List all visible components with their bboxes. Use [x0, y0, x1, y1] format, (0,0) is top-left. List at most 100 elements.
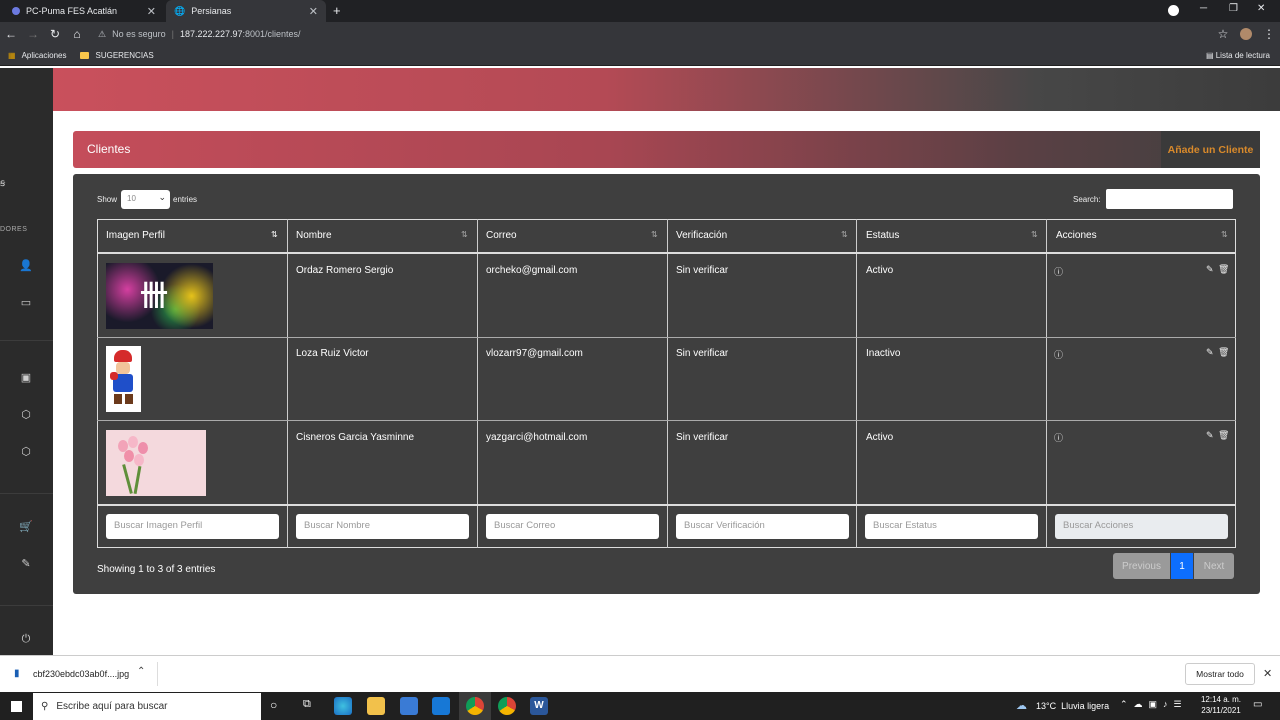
edit-icon[interactable]: ✎: [1206, 264, 1214, 275]
filter-nombre-input[interactable]: Buscar Nombre: [296, 514, 469, 539]
system-tray-icons[interactable]: ⌃☁▣♪☰: [1120, 699, 1188, 710]
info-icon[interactable]: ⓘ: [1054, 431, 1063, 444]
next-button[interactable]: Next: [1194, 553, 1234, 579]
home-icon[interactable]: ⌂: [66, 27, 88, 41]
box-icon[interactable]: ⬡: [17, 443, 35, 461]
reload-icon[interactable]: ↻: [44, 27, 66, 41]
page-1-button[interactable]: 1: [1171, 553, 1193, 579]
filter-acciones-input[interactable]: Buscar Acciones: [1055, 514, 1228, 539]
tab-persianas[interactable]: 🌐 Persianas ✕: [166, 0, 326, 22]
task-view-icon[interactable]: ⧉: [303, 698, 311, 711]
entries-length-select[interactable]: 10 ⌄: [121, 190, 170, 209]
edit-icon[interactable]: ✎: [17, 555, 35, 573]
column-header-correo[interactable]: Correo: [486, 230, 517, 241]
taskbar-search[interactable]: ⚲ Escribe aquí para buscar: [33, 693, 261, 720]
folder-icon: [80, 52, 90, 59]
trash-icon[interactable]: 🗑: [1218, 347, 1229, 358]
box-icon[interactable]: ⬡: [17, 406, 35, 424]
column-header-acciones[interactable]: Acciones: [1056, 230, 1097, 241]
table-info: Showing 1 to 3 of 3 entries: [97, 564, 216, 575]
file-explorer-icon[interactable]: [367, 697, 385, 715]
bookmark-sugerencias[interactable]: SUGERENCIAS: [95, 51, 153, 60]
cart-icon[interactable]: 🛒: [17, 518, 35, 536]
sidebar-partial-glyph: ꞩ: [0, 178, 6, 189]
column-divider: [287, 219, 288, 548]
windows-start-icon[interactable]: [11, 701, 22, 712]
sort-icon[interactable]: ⇅: [271, 230, 278, 239]
add-client-button[interactable]: Añade un Cliente: [1161, 131, 1260, 168]
column-header-verificacion[interactable]: Verificación: [676, 230, 727, 241]
cell-estatus: Activo: [866, 265, 894, 276]
avatar[interactable]: [1240, 28, 1252, 40]
store-icon[interactable]: [400, 697, 418, 715]
bookmark-apps[interactable]: Aplicaciones: [22, 51, 67, 60]
sort-icon[interactable]: ⇅: [461, 230, 468, 239]
minimize-icon[interactable]: ─: [1200, 3, 1207, 14]
edit-icon[interactable]: ✎: [1206, 347, 1214, 358]
trash-icon[interactable]: 🗑: [1218, 430, 1229, 441]
cell-correo: orcheko@gmail.com: [486, 265, 578, 276]
column-header-estatus[interactable]: Estatus: [866, 230, 899, 241]
edge-icon[interactable]: [334, 697, 352, 715]
info-icon[interactable]: ⓘ: [1054, 265, 1063, 278]
chrome-icon[interactable]: [498, 697, 516, 715]
search-input[interactable]: [1106, 189, 1233, 209]
weather-text[interactable]: 13°C Lluvia ligera: [1036, 701, 1109, 711]
edit-icon[interactable]: ✎: [1206, 430, 1214, 441]
show-all-button[interactable]: Mostrar todo: [1185, 663, 1255, 685]
sort-icon[interactable]: ⇅: [1221, 230, 1228, 239]
tab-pc-puma[interactable]: PC-Puma FES Acatlán ✕: [4, 0, 164, 22]
row-separator: [97, 420, 1236, 421]
info-icon[interactable]: ⓘ: [1054, 348, 1063, 361]
filter-correo-input[interactable]: Buscar Correo: [486, 514, 659, 539]
new-tab-icon[interactable]: +: [333, 3, 341, 18]
url-field[interactable]: ⚠ No es seguro | 187.222.227.97:8001/cli…: [98, 25, 1198, 43]
reading-list-label: Lista de lectura: [1215, 51, 1270, 60]
sidebar-divider: [0, 493, 53, 494]
forward-icon[interactable]: →: [22, 27, 44, 41]
menu-dots-icon[interactable]: ⋮: [1258, 27, 1280, 41]
column-divider: [1046, 219, 1047, 548]
mail-icon[interactable]: [432, 697, 450, 715]
apps-grid-icon: ▦: [8, 51, 16, 60]
notification-icon[interactable]: ▭: [1253, 699, 1262, 710]
download-filename[interactable]: cbf230ebdc03ab0f....jpg: [33, 669, 129, 679]
close-tab-icon[interactable]: ✕: [147, 5, 156, 18]
filter-verificacion-input[interactable]: Buscar Verificación: [676, 514, 849, 539]
cell-estatus: Activo: [866, 432, 894, 443]
sort-icon[interactable]: ⇅: [1031, 230, 1038, 239]
filter-imagen-input[interactable]: Buscar Imagen Perfil: [106, 514, 279, 539]
filter-estatus-input[interactable]: Buscar Estatus: [865, 514, 1038, 539]
profile-image: [106, 430, 206, 496]
globe-icon: 🌐: [174, 5, 186, 16]
sort-icon[interactable]: ⇅: [651, 230, 658, 239]
column-header-imagen[interactable]: Imagen Perfil: [106, 230, 165, 241]
window-close-icon[interactable]: ✕: [1257, 3, 1265, 14]
chevron-up-icon[interactable]: ⌃: [137, 666, 145, 677]
restore-icon[interactable]: ❐: [1229, 3, 1238, 14]
user-icon[interactable]: 👤: [17, 257, 35, 275]
bookmark-star-icon[interactable]: ☆: [1212, 27, 1234, 41]
cell-nombre: Loza Ruiz Victor: [296, 348, 369, 359]
cell-nombre: Ordaz Romero Sergio: [296, 265, 394, 276]
sidebar-divider: [0, 605, 53, 606]
id-card-icon[interactable]: ▭: [17, 294, 35, 312]
word-icon[interactable]: W: [530, 697, 548, 715]
trash-icon[interactable]: 🗑: [1218, 264, 1229, 275]
power-icon[interactable]: ⏻: [17, 630, 35, 648]
clock[interactable]: 12:14 a. m. 23/11/2021: [1200, 695, 1242, 715]
cortana-icon[interactable]: ○: [270, 698, 277, 712]
cell-verificacion: Sin verificar: [676, 348, 729, 359]
back-icon[interactable]: ←: [0, 27, 22, 41]
column-header-nombre[interactable]: Nombre: [296, 230, 332, 241]
profile-menu-icon[interactable]: [1168, 5, 1179, 16]
profile-image: 卌: [106, 263, 213, 329]
sort-icon[interactable]: ⇅: [841, 230, 848, 239]
divider: [157, 662, 158, 686]
reading-list[interactable]: ▤ Lista de lectura: [1206, 51, 1270, 60]
close-download-bar-icon[interactable]: ✕: [1263, 667, 1272, 680]
calendar-icon[interactable]: ▣: [17, 369, 35, 387]
close-tab-icon[interactable]: ✕: [309, 5, 318, 18]
cell-correo: vlozarr97@gmail.com: [486, 348, 583, 359]
previous-button[interactable]: Previous: [1113, 553, 1170, 579]
